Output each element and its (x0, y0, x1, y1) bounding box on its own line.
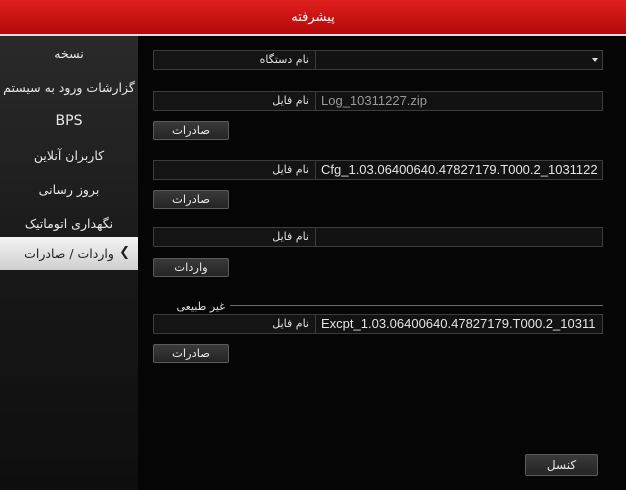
sidebar-item-label: BPS (55, 113, 83, 129)
sidebar: نسخه گزارشات ورود به سیستم BPS کاربران آ… (0, 36, 138, 490)
abnormal-file-row: نام فایل Excpt_1.03.06400640.47827179.T0… (153, 314, 603, 334)
sidebar-item-online-users[interactable]: کاربران آنلاین (0, 138, 138, 172)
import-export-panel: نام دستگاه نام فایل Log_10311227.zip صاد… (138, 36, 626, 490)
abnormal-file-label: نام فایل (153, 314, 316, 334)
device-name-label: نام دستگاه (153, 50, 316, 70)
config-import-row: نام فایل (153, 227, 603, 247)
sidebar-item-update[interactable]: بروز رسانی (0, 172, 138, 206)
config-import-file-field[interactable] (316, 227, 603, 247)
config-import-label: نام فایل (153, 227, 316, 247)
sidebar-item-label: گزارشات ورود به سیستم (3, 79, 135, 95)
sidebar-item-auto-maintenance[interactable]: نگهداری اتوماتیک (0, 206, 138, 240)
config-export-button[interactable]: صادرات (153, 190, 229, 209)
log-file-label: نام فایل (153, 91, 316, 111)
sidebar-item-label: کاربران آنلاین (33, 147, 105, 163)
group-divider (230, 305, 603, 306)
config-export-file-field: Cfg_1.03.06400640.47827179.T000.2_103112… (316, 160, 603, 180)
dropdown-arrow-icon (592, 58, 598, 62)
config-export-label: نام فایل (153, 160, 316, 180)
sidebar-item-label: نسخه (54, 45, 84, 61)
sidebar-item-import-export[interactable]: واردات / صادرات ❮ (0, 237, 138, 270)
cancel-button[interactable]: کنسل (525, 454, 598, 476)
sidebar-item-label: نگهداری اتوماتیک (24, 215, 114, 231)
config-import-button[interactable]: واردات (153, 258, 229, 277)
abnormal-group-title: غیر طبیعی (176, 300, 225, 313)
sidebar-item-login-logs[interactable]: گزارشات ورود به سیستم (0, 70, 138, 104)
chevron-left-icon: ❮ (119, 245, 130, 260)
log-export-button[interactable]: صادرات (153, 121, 229, 140)
sidebar-item-label: واردات / صادرات (24, 246, 114, 261)
log-file-row: نام فایل Log_10311227.zip (153, 91, 603, 111)
abnormal-file-field: Excpt_1.03.06400640.47827179.T000.2_1031… (316, 314, 603, 334)
window-title-bar: پیشرفته (0, 0, 626, 36)
sidebar-item-label: بروز رسانی (38, 181, 100, 197)
sidebar-item-version[interactable]: نسخه (0, 36, 138, 70)
sidebar-item-bps[interactable]: BPS (0, 104, 138, 138)
device-name-select[interactable] (316, 50, 603, 70)
window-title: پیشرفته (291, 9, 335, 25)
abnormal-export-button[interactable]: صادرات (153, 344, 229, 363)
config-export-row: نام فایل Cfg_1.03.06400640.47827179.T000… (153, 160, 603, 180)
log-file-name-field: Log_10311227.zip (316, 91, 603, 111)
device-name-row: نام دستگاه (153, 50, 603, 70)
